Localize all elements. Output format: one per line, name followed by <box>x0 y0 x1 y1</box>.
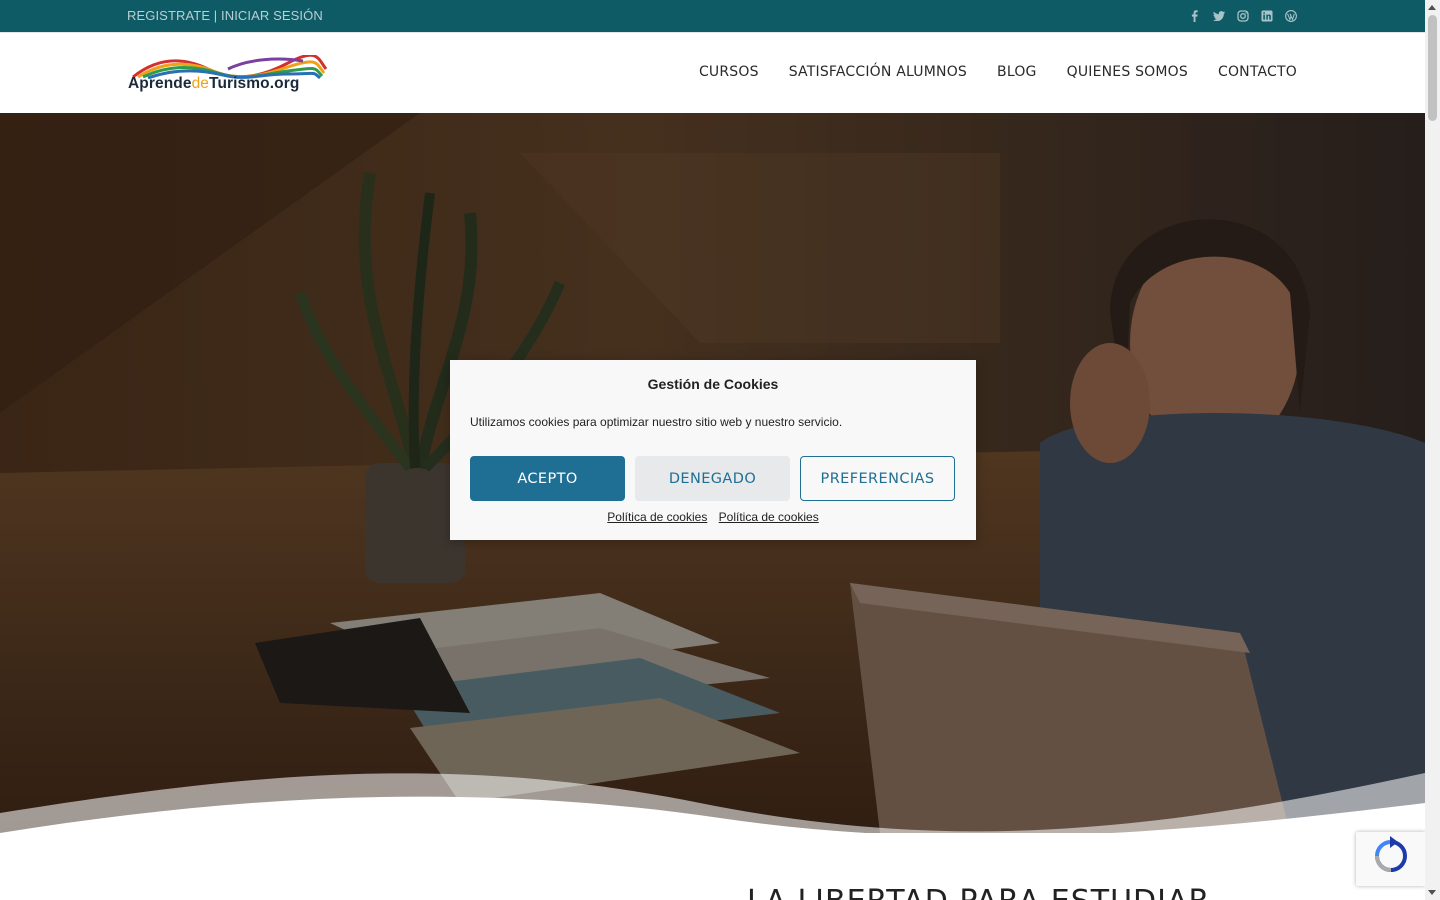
twitter-icon[interactable] <box>1212 9 1225 22</box>
section-title: LA LIBERTAD PARA ESTUDIAR <box>747 884 1210 900</box>
scroll-up-icon[interactable] <box>1428 5 1436 10</box>
cookie-dialog-title: Gestión de Cookies <box>647 376 779 392</box>
page-scrollbar[interactable] <box>1425 0 1440 900</box>
linkedin-icon[interactable] <box>1260 9 1273 22</box>
site-header: AprendedeTurismo.org CURSOS SATISFACCIÓN… <box>0 32 1425 114</box>
top-bar: REGISTRATE | INICIAR SESIÓN <box>0 0 1425 32</box>
site-logo[interactable]: AprendedeTurismo.org <box>128 55 328 95</box>
preferences-button[interactable]: PREFERENCIAS <box>800 456 955 501</box>
cookie-policy-link[interactable]: Política de cookies <box>607 510 707 524</box>
nav-item-contacto[interactable]: CONTACTO <box>1218 64 1297 80</box>
nav-item-blog[interactable]: BLOG <box>997 64 1037 80</box>
facebook-icon[interactable] <box>1188 9 1201 22</box>
cookie-consent-dialog: Gestión de Cookies Utilizamos cookies pa… <box>450 360 976 540</box>
logo-text: AprendedeTurismo.org <box>128 75 300 92</box>
auth-links[interactable]: REGISTRATE | INICIAR SESIÓN <box>127 8 323 23</box>
recaptcha-badge[interactable] <box>1356 832 1426 886</box>
nav-item-cursos[interactable]: CURSOS <box>699 64 759 80</box>
cookie-policy-link-secondary[interactable]: Política de cookies <box>719 510 819 524</box>
main-nav: CURSOS SATISFACCIÓN ALUMNOS BLOG QUIENES… <box>699 64 1297 80</box>
cookie-dialog-message: Utilizamos cookies para optimizar nuestr… <box>470 415 843 429</box>
recaptcha-icon <box>1375 836 1407 872</box>
cookie-policy-links: Política de cookies Política de cookies <box>450 510 976 524</box>
deny-button[interactable]: DENEGADO <box>635 456 790 501</box>
register-login-link[interactable]: REGISTRATE | INICIAR SESIÓN <box>127 8 323 23</box>
scrollbar-thumb[interactable] <box>1428 15 1437 121</box>
social-links <box>1188 9 1297 22</box>
wordpress-icon[interactable] <box>1284 9 1297 22</box>
instagram-icon[interactable] <box>1236 9 1249 22</box>
accept-button[interactable]: ACEPTO <box>470 456 625 501</box>
nav-item-satisfaccion[interactable]: SATISFACCIÓN ALUMNOS <box>789 64 967 80</box>
nav-item-quienes-somos[interactable]: QUIENES SOMOS <box>1067 64 1188 80</box>
scroll-down-icon[interactable] <box>1428 890 1436 895</box>
